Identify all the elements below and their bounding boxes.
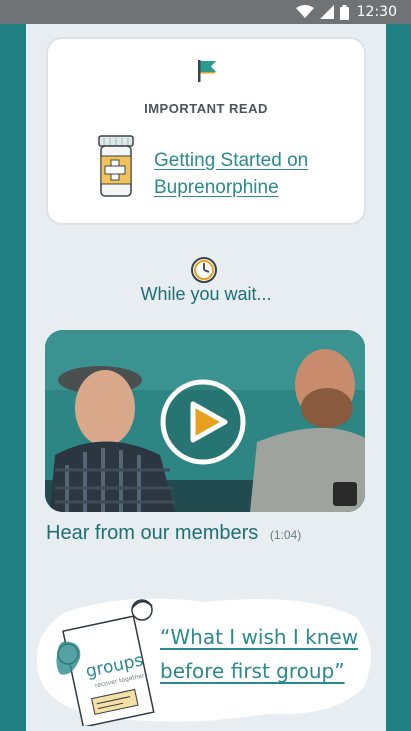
getting-started-link[interactable]: Getting Started on Buprenorphine <box>154 147 354 201</box>
battery-icon <box>339 4 349 20</box>
first-group-promo[interactable]: groups recover together “What I wish I k… <box>36 592 376 731</box>
content-panel: IMPORTANT READ Getting Started on Bupren… <box>26 24 386 731</box>
first-group-link[interactable]: “What I wish I knew before first group” <box>160 620 375 688</box>
video-caption-title: Hear from our members <box>46 522 259 544</box>
wifi-icon <box>295 5 314 18</box>
groups-brochure-illustration: groups recover together <box>56 599 155 726</box>
flag-icon <box>198 60 216 82</box>
video-caption: Hear from our members (1:04) <box>46 522 301 545</box>
play-icon[interactable] <box>159 378 247 466</box>
card-eyebrow: IMPORTANT READ <box>144 101 268 116</box>
clock-icon <box>191 257 217 283</box>
status-bar: 12:30 <box>0 0 411 24</box>
pill-bottle-icon <box>98 135 134 197</box>
signal-icon <box>319 5 334 19</box>
member-video[interactable] <box>45 330 365 512</box>
status-time: 12:30 <box>356 4 397 20</box>
important-read-card: IMPORTANT READ Getting Started on Bupren… <box>46 37 366 225</box>
while-you-wait-title: While you wait... <box>140 284 272 304</box>
video-duration: (1:04) <box>269 528 302 542</box>
